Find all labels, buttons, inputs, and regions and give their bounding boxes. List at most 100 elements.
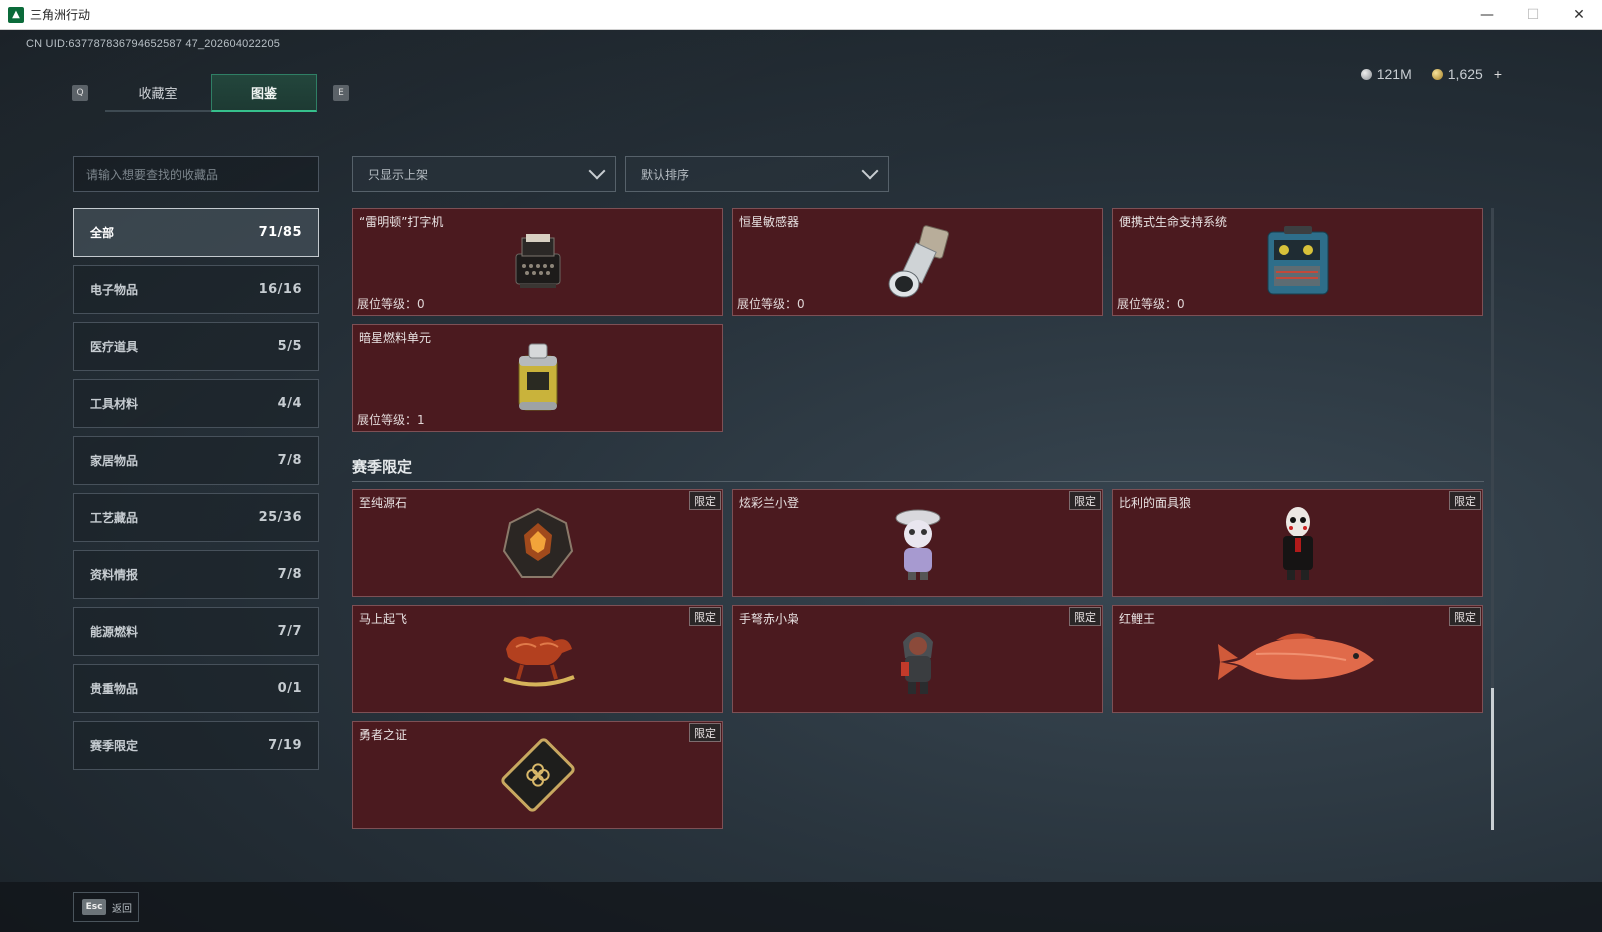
currency-bar: 121M 1,625 + [1360, 66, 1502, 82]
life-support-icon [1267, 226, 1328, 295]
season-section-title: 赛季限定 [352, 458, 413, 476]
star-sensor-icon [888, 225, 949, 298]
game-area: CN UID:637787836794652587 47_20260402220… [0, 30, 1602, 932]
category-crafts[interactable]: 工艺藏品 25/36 [73, 493, 319, 542]
chevron-down-icon [588, 162, 606, 180]
app-logo-icon: ▲ [8, 6, 24, 23]
item-card-hooded-figure[interactable]: 手弩赤小枭 限定 [732, 605, 1103, 713]
item-level: 展位等级：0 [1117, 297, 1185, 311]
limited-badge: 限定 [1449, 491, 1481, 510]
category-label: 工艺藏品 [90, 511, 139, 525]
category-label: 家居物品 [90, 454, 139, 468]
scrollbar-thumb[interactable] [1491, 688, 1494, 830]
item-card-star-sensor[interactable]: 恒星敏感器 展位等级：0 [732, 208, 1103, 316]
window-controls: — ☐ ✕ [1464, 0, 1602, 30]
bottom-bar: Esc 返回 [0, 882, 1602, 932]
category-count: 16/16 [258, 282, 302, 297]
item-card-gem[interactable]: 至纯源石 限定 [352, 489, 723, 597]
close-button[interactable]: ✕ [1556, 0, 1602, 30]
fuel-cell-icon [518, 343, 557, 411]
window-title: 三角洲行动 [30, 8, 91, 22]
item-name: 手弩赤小枭 [739, 612, 800, 626]
category-count: 7/8 [277, 453, 302, 468]
item-name: 恒星敏感器 [739, 215, 800, 229]
item-name: 勇者之证 [359, 728, 408, 742]
shelf-filter-dropdown[interactable]: 只显示上架 [352, 156, 616, 192]
category-count: 7/8 [277, 567, 302, 582]
category-count: 7/7 [277, 624, 302, 639]
category-valuables[interactable]: 贵重物品 0/1 [73, 664, 319, 713]
category-medical[interactable]: 医疗道具 5/5 [73, 322, 319, 371]
category-household[interactable]: 家居物品 7/8 [73, 436, 319, 485]
category-label: 工具材料 [90, 397, 139, 411]
item-name: 便携式生命支持系统 [1119, 215, 1228, 229]
category-energy[interactable]: 能源燃料 7/7 [73, 607, 319, 656]
add-currency-button[interactable]: + [1494, 66, 1502, 82]
currency-silver: 121M [1360, 66, 1412, 82]
gem-icon [502, 507, 573, 578]
item-name: 炫彩兰小登 [739, 496, 800, 510]
chevron-down-icon [861, 162, 879, 180]
rocking-horse-icon [502, 636, 575, 687]
scrollbar[interactable] [1491, 208, 1494, 830]
shelf-filter-value: 只显示上架 [368, 167, 429, 182]
key-hint-e: E [333, 85, 349, 101]
back-label: 返回 [112, 903, 132, 915]
currency-gold-value: 1,625 [1447, 66, 1483, 82]
limited-badge: 限定 [1069, 607, 1101, 626]
limited-badge: 限定 [689, 723, 721, 742]
item-name: 马上起飞 [359, 612, 408, 626]
key-hint-q: Q [72, 85, 88, 101]
badge-card-icon [500, 738, 575, 812]
hooded-figure-icon [900, 632, 933, 694]
category-intel[interactable]: 资料情报 7/8 [73, 550, 319, 599]
window-titlebar: ▲ 三角洲行动 — ☐ ✕ [0, 0, 1602, 30]
top-tabs: 收藏室 图鉴 [105, 74, 317, 112]
limited-badge: 限定 [1449, 607, 1481, 626]
minimize-button[interactable]: — [1464, 0, 1510, 30]
limited-badge: 限定 [1069, 491, 1101, 510]
puppet-icon [1282, 507, 1313, 580]
item-card-fuel-cell[interactable]: 暗星燃料单元 展位等级：1 [352, 324, 723, 432]
player-uid: CN UID:637787836794652587 47_20260402220… [26, 38, 281, 50]
silver-coin-icon [1360, 68, 1372, 80]
category-label: 资料情报 [90, 568, 139, 582]
category-count: 5/5 [277, 339, 302, 354]
item-card-carp[interactable]: 红鲤王 限定 [1112, 605, 1483, 713]
item-level: 展位等级：0 [737, 297, 805, 311]
category-season[interactable]: 赛季限定 7/19 [73, 721, 319, 770]
typewriter-icon [515, 234, 560, 288]
limited-badge: 限定 [689, 491, 721, 510]
search-input[interactable]: 请输入想要查找的收藏品 [73, 156, 319, 192]
item-card-rocking-horse[interactable]: 马上起飞 限定 [352, 605, 723, 713]
item-level: 展位等级：0 [357, 297, 425, 311]
sort-value: 默认排序 [641, 167, 690, 182]
back-button[interactable]: Esc 返回 [73, 892, 139, 922]
item-level: 展位等级：1 [357, 413, 425, 427]
category-label: 贵重物品 [90, 682, 139, 696]
item-card-badge-card[interactable]: 勇者之证 限定 [352, 721, 723, 829]
sort-dropdown[interactable]: 默认排序 [625, 156, 889, 192]
maximize-button[interactable]: ☐ [1510, 0, 1556, 30]
figurine-icon [895, 509, 940, 580]
category-label: 全部 [90, 226, 115, 240]
item-card-typewriter[interactable]: “雷明顿”打字机 展位等级：0 [352, 208, 723, 316]
category-count: 4/4 [277, 396, 302, 411]
tab-collection-room[interactable]: 收藏室 [105, 74, 211, 112]
category-count: 71/85 [258, 225, 302, 240]
item-card-life-support[interactable]: 便携式生命支持系统 展位等级：0 [1112, 208, 1483, 316]
section-divider [352, 481, 1484, 482]
currency-gold[interactable]: 1,625 + [1431, 66, 1502, 82]
item-name: “雷明顿”打字机 [359, 215, 444, 229]
category-list: 全部 71/85 电子物品 16/16 医疗道具 5/5 工具材料 4/4 家居物品 7/… [73, 208, 319, 778]
carp-icon [1217, 633, 1374, 680]
tab-codex[interactable]: 图鉴 [211, 74, 317, 112]
category-electronics[interactable]: 电子物品 16/16 [73, 265, 319, 314]
category-tools[interactable]: 工具材料 4/4 [73, 379, 319, 428]
category-all[interactable]: 全部 71/85 [73, 208, 319, 257]
gold-coin-icon [1431, 68, 1443, 80]
currency-silver-value: 121M [1376, 66, 1412, 82]
limited-badge: 限定 [689, 607, 721, 626]
item-card-puppet[interactable]: 比利的面具狼 限定 [1112, 489, 1483, 597]
item-card-figurine[interactable]: 炫彩兰小登 限定 [732, 489, 1103, 597]
